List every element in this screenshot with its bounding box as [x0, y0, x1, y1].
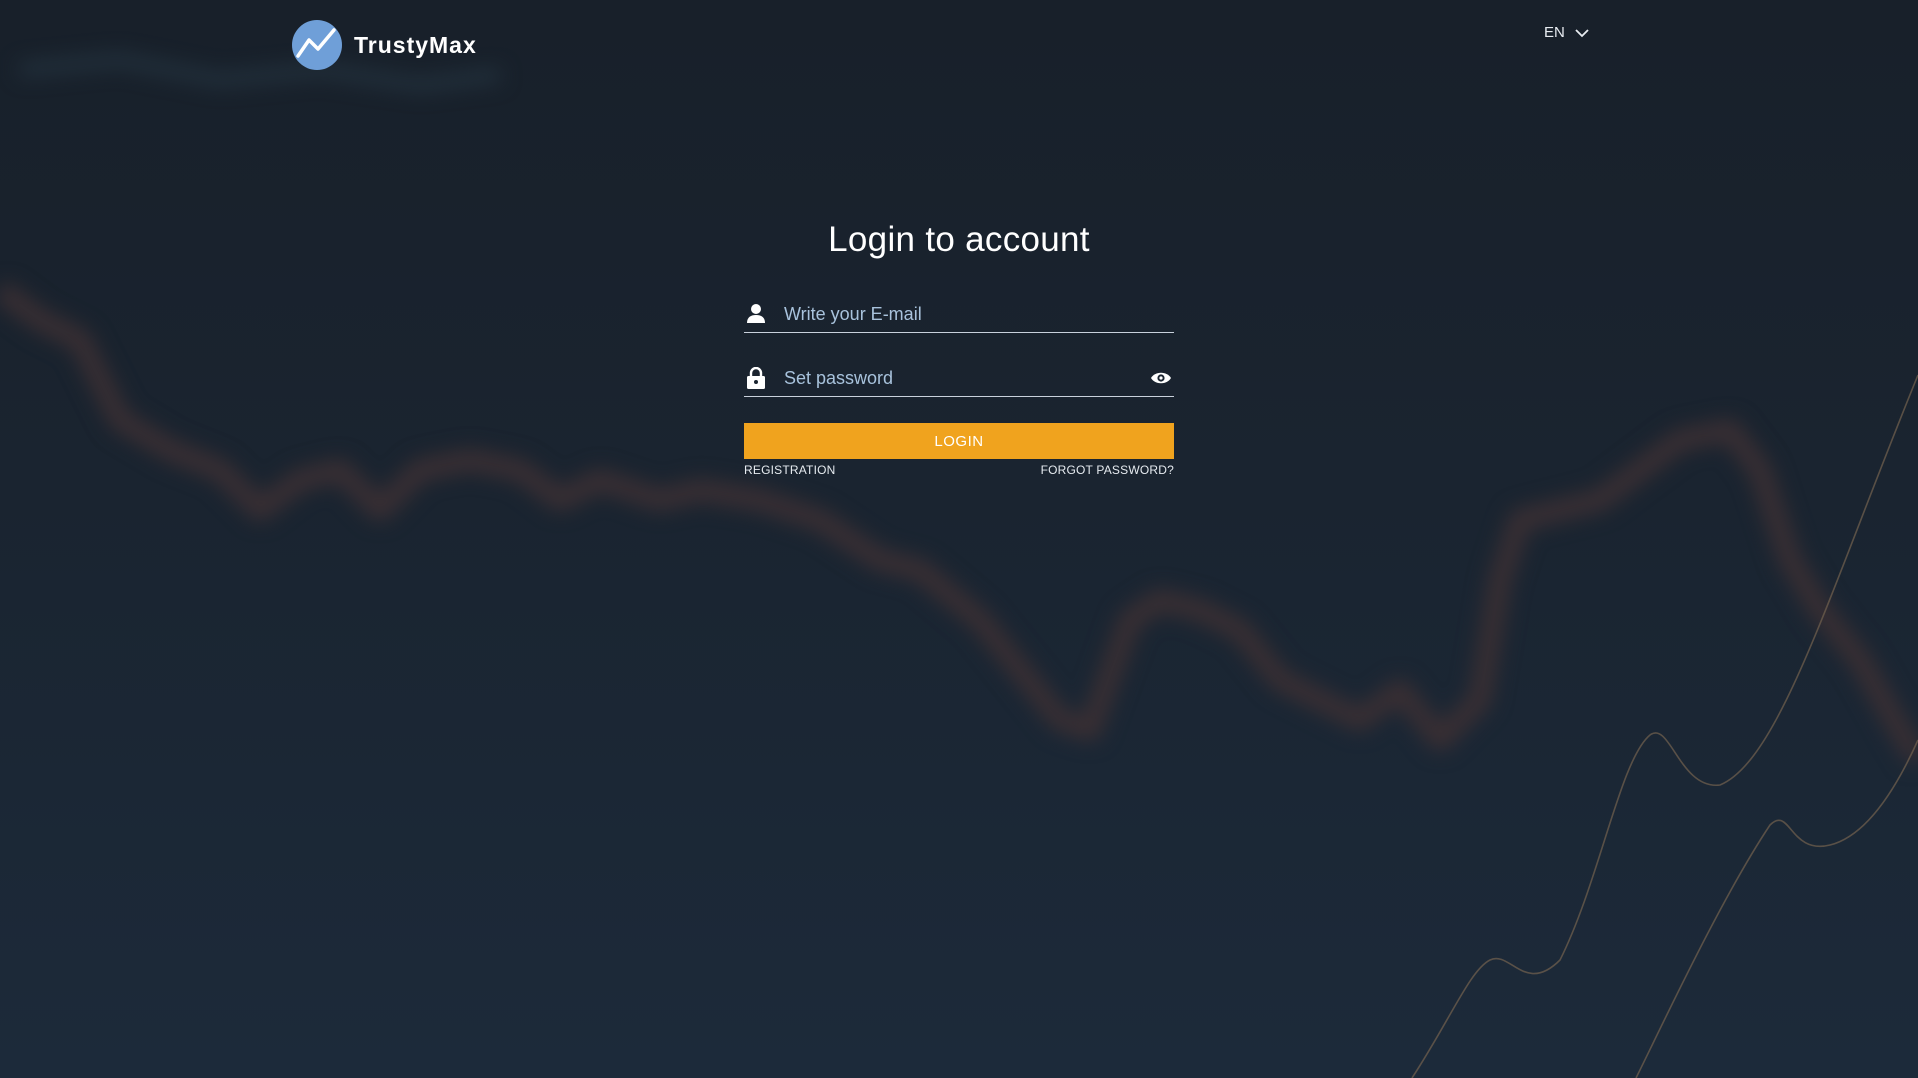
language-label: EN: [1544, 24, 1565, 41]
eye-icon[interactable]: [1150, 370, 1172, 386]
language-selector[interactable]: EN: [1544, 24, 1589, 41]
user-icon: [747, 304, 765, 323]
brand-logo[interactable]: TrustyMax: [292, 20, 477, 70]
forgot-password-link[interactable]: FORGOT PASSWORD?: [1041, 463, 1174, 477]
registration-link[interactable]: REGISTRATION: [744, 463, 836, 477]
email-field-row: [744, 296, 1174, 333]
password-field-row: [744, 360, 1174, 397]
auth-links: REGISTRATION FORGOT PASSWORD?: [744, 463, 1174, 477]
email-input[interactable]: [784, 299, 1174, 329]
login-form: Login to account LOGIN REGISTRATION FORG…: [744, 220, 1174, 477]
lock-icon: [747, 367, 765, 389]
trend-line-icon: [292, 20, 342, 70]
login-button[interactable]: LOGIN: [744, 423, 1174, 459]
page-title: Login to account: [828, 220, 1090, 259]
chart-background: [0, 54, 1918, 1078]
password-input[interactable]: [784, 363, 1150, 393]
chevron-down-icon: [1575, 28, 1589, 37]
brand-name: TrustyMax: [354, 31, 477, 58]
